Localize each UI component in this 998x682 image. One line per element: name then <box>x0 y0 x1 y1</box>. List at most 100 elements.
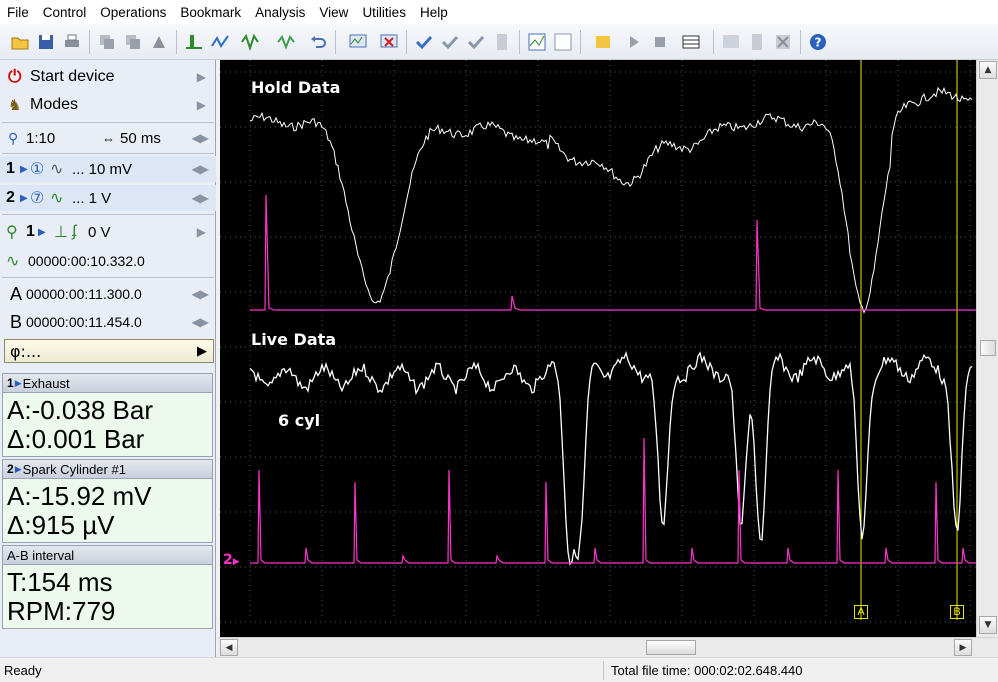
live-data-label: Live Data <box>251 330 337 349</box>
cursor-b-handle[interactable]: B <box>950 605 964 619</box>
start-device-button[interactable]: ⏻ Start device ▶ <box>0 64 216 90</box>
chart-icon[interactable] <box>719 30 743 54</box>
menu-control[interactable]: Control <box>36 5 94 20</box>
channel-2-marker[interactable]: 2▶ <box>223 552 240 568</box>
stamp-icon[interactable] <box>147 30 171 54</box>
waveform-icon[interactable] <box>234 30 268 54</box>
trigger-mode-icon[interactable] <box>208 30 232 54</box>
trigger-icon[interactable] <box>182 30 206 54</box>
grid-icon[interactable] <box>525 30 549 54</box>
copy-icon[interactable] <box>95 30 119 54</box>
check-double-icon[interactable] <box>464 30 488 54</box>
start-device-label: Start device <box>30 68 115 85</box>
menu-operations[interactable]: Operations <box>93 5 173 20</box>
undo-icon[interactable] <box>306 30 330 54</box>
readout-1-title: Exhaust <box>22 375 70 391</box>
expand-arrow-icon: ▶ <box>197 343 207 359</box>
clear-graph-icon[interactable] <box>377 30 401 54</box>
control-panel: ⏻ Start device ▶ ♞ Modes ▶ ⚲ 1:10 ⇔ 50 m… <box>0 60 216 657</box>
timebase-value: 50 ms <box>120 129 161 147</box>
scroll-down-icon[interactable]: ▼ <box>979 616 997 634</box>
live-spark-waveform <box>250 437 976 564</box>
readout-3-header[interactable]: A-B interval <box>2 545 213 565</box>
magnifier-icon: ⚲ <box>8 129 19 146</box>
channel-2-row[interactable]: 2 ▶ ⑦ ∿ ... 1 V ◀▶ <box>0 185 216 211</box>
trigger-time-value: 00000:00:10.332.0 <box>28 253 145 269</box>
cross-icon[interactable] <box>771 30 795 54</box>
cursor-a-row[interactable]: A 00000:00:11.300.0 ◀▶ <box>0 281 216 307</box>
channel-1-scale: ... 10 mV <box>72 160 133 178</box>
cursor-a-time: 00000:00:11.300.0 <box>26 286 142 302</box>
save-icon[interactable] <box>34 30 58 54</box>
waveform-small-icon: ∿ <box>50 190 64 207</box>
spin-arrows-icon: ◀▶ <box>191 162 209 176</box>
channel-arrow-icon: ▶ <box>38 226 46 238</box>
timebase-icon: ⇔ <box>102 130 115 146</box>
readout-2-header[interactable]: 2 ▶ Spark Cylinder #1 <box>2 459 213 479</box>
scope-display[interactable]: Hold Data Live Data 6 cyl 2▶ A B <box>220 60 976 637</box>
check-down-icon[interactable] <box>438 30 462 54</box>
zoom-graph-icon[interactable] <box>341 30 375 54</box>
readout-1-header[interactable]: 1 ▶ Exhaust <box>2 373 213 393</box>
hold-data-label: Hold Data <box>251 78 341 97</box>
cursor-b-row[interactable]: B 00000:00:11.454.0 ◀▶ <box>0 309 216 335</box>
scroll-left-icon[interactable]: ◀ <box>220 639 238 656</box>
channel-1-row[interactable]: 1 ▶ ① ∿ ... 10 mV ◀▶ <box>0 156 216 182</box>
trigger-time-row[interactable]: ∿ 00000:00:10.332.0 <box>0 248 216 274</box>
panel-divider <box>2 153 214 154</box>
cursor-a-handle[interactable]: A <box>854 605 868 619</box>
toolbar-separator <box>800 29 801 54</box>
zoom-timebase-row[interactable]: ⚲ 1:10 ⇔ 50 ms ◀▶ <box>0 126 216 150</box>
grid-tool-icon[interactable] <box>551 30 575 54</box>
svg-text:?: ? <box>815 35 822 49</box>
modes-button[interactable]: ♞ Modes ▶ <box>0 92 216 118</box>
status-bar: Ready Total file time: 000:02:02.648.440 <box>0 657 998 682</box>
math-table-icon[interactable] <box>674 30 708 54</box>
readout-1-line-1: A:-0.038 Bar <box>7 395 153 425</box>
probe-1-icon: ① <box>30 161 45 178</box>
phase-button[interactable]: φ:... ▶ <box>4 339 214 363</box>
phase-label: φ:... <box>10 341 42 361</box>
horizontal-scroll-thumb[interactable] <box>646 640 696 655</box>
menu-file[interactable]: File <box>0 5 36 20</box>
toolbar-separator <box>89 29 90 54</box>
status-divider <box>603 661 604 680</box>
readout-3-values: T:154 ms RPM:779 <box>2 565 213 629</box>
menu-help[interactable]: Help <box>413 5 455 20</box>
menu-bookmark[interactable]: Bookmark <box>173 5 248 20</box>
spin-arrows-icon: ◀▶ <box>191 131 209 145</box>
cursor-b-letter: B <box>10 311 23 332</box>
vertical-scroll-thumb[interactable] <box>980 340 996 356</box>
trigger-row[interactable]: ⚲ 1 ▶ ⊥ ʄ 0 V ▶ <box>0 219 216 245</box>
page-icon[interactable] <box>745 30 769 54</box>
math-stop-icon[interactable] <box>648 30 672 54</box>
help-icon[interactable]: ? <box>806 30 830 54</box>
scroll-right-icon[interactable]: ▶ <box>954 639 972 656</box>
document-icon[interactable] <box>490 30 514 54</box>
print-icon[interactable] <box>60 30 84 54</box>
menu-analysis[interactable]: Analysis <box>248 5 312 20</box>
total-file-time: Total file time: 000:02:02.648.440 <box>611 662 803 678</box>
toolbar: ? <box>0 24 998 60</box>
panel-divider <box>2 122 214 123</box>
menu-view[interactable]: View <box>312 5 355 20</box>
spin-arrows-icon: ◀▶ <box>191 315 209 329</box>
waveform2-icon[interactable] <box>270 30 304 54</box>
paste-icon[interactable] <box>121 30 145 54</box>
zoom-value: 1:10 <box>26 129 56 147</box>
math-play-icon[interactable] <box>622 30 646 54</box>
math-icon[interactable] <box>586 30 620 54</box>
scroll-up-icon[interactable]: ▲ <box>979 61 997 79</box>
readout-3-title: A-B interval <box>7 547 75 563</box>
vertical-scrollbar[interactable]: ▲ ▼ <box>976 60 998 637</box>
status-text: Ready <box>4 662 42 678</box>
channel-1-number: 1 <box>6 160 15 177</box>
horizontal-scrollbar[interactable]: ◀ ▶ <box>218 637 998 657</box>
menu-utilities[interactable]: Utilities <box>355 5 413 20</box>
trigger-level-icon: ʄ <box>72 223 77 240</box>
trigger-source-icon: ⚲ <box>6 224 18 241</box>
waveform-small-icon: ∿ <box>50 161 64 178</box>
open-icon[interactable] <box>8 30 32 54</box>
check-icon[interactable] <box>412 30 436 54</box>
expand-arrow-icon: ▶ <box>196 225 206 239</box>
